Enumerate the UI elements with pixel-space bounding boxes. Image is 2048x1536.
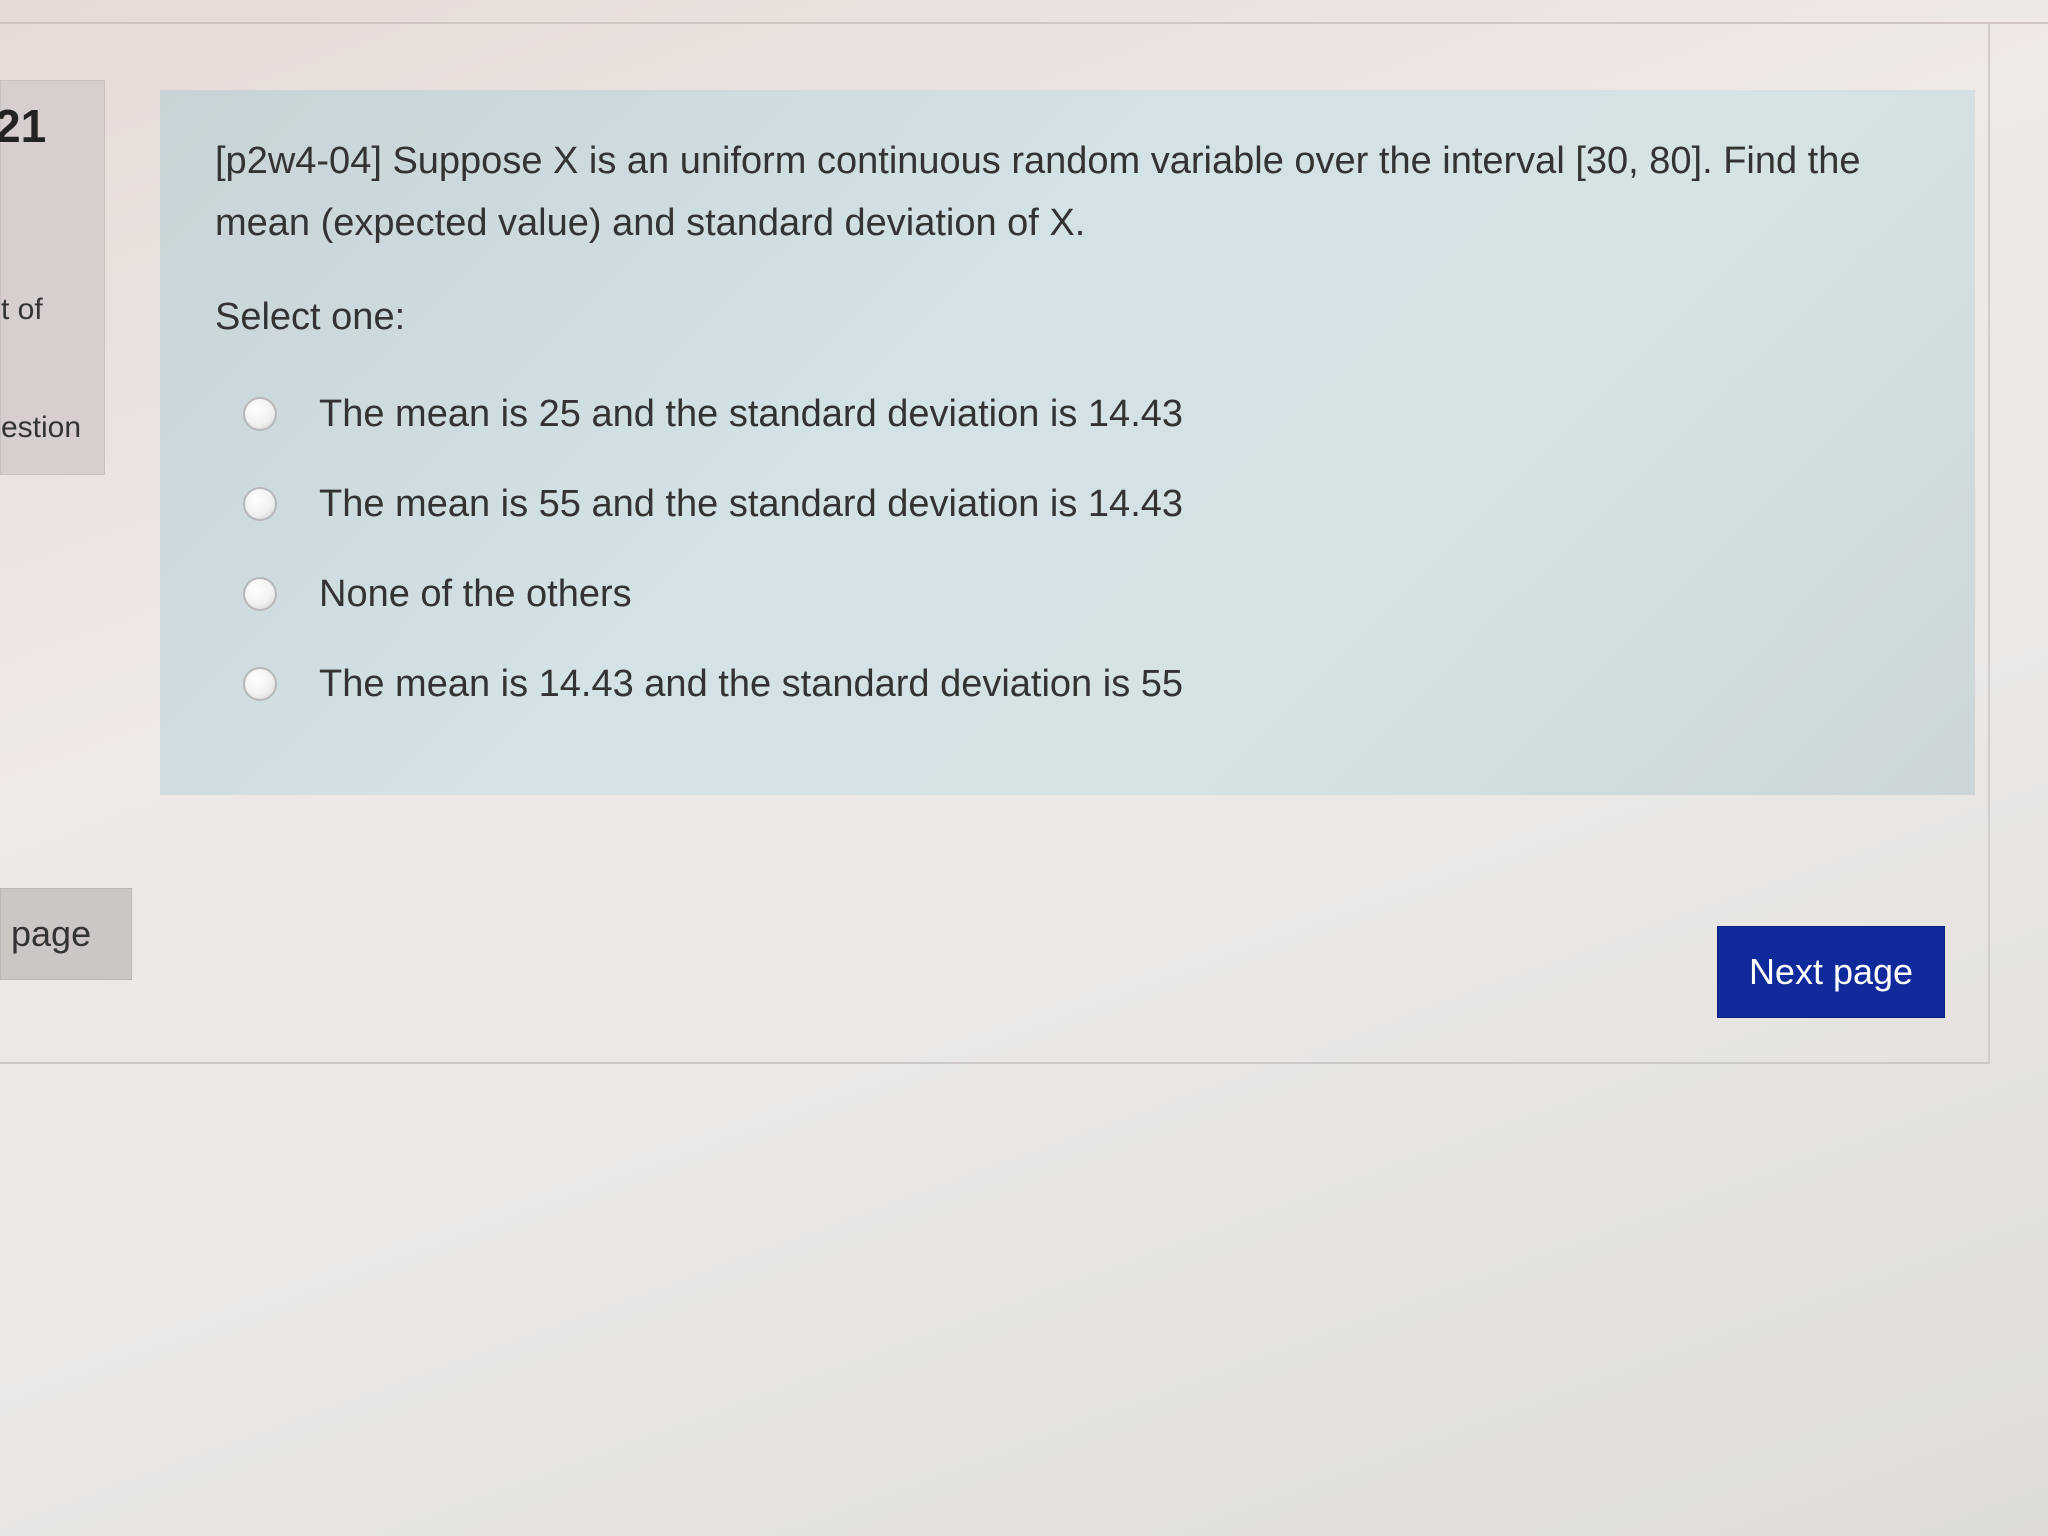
select-one-label: Select one: — [215, 296, 406, 338]
answer-option[interactable]: The mean is 55 and the standard deviatio… — [215, 459, 1920, 549]
question-info-panel: 21 t of estion — [0, 80, 105, 475]
question-status-text: t of — [1, 293, 43, 326]
radio-button[interactable] — [243, 577, 277, 611]
question-text: [p2w4-04] Suppose X is an uniform contin… — [215, 140, 1861, 244]
next-page-button[interactable]: Next page — [1717, 926, 1945, 1018]
answer-option-label: None of the others — [319, 572, 632, 615]
answer-option[interactable]: The mean is 25 and the standard deviatio… — [215, 369, 1920, 459]
answer-option-label: The mean is 55 and the standard deviatio… — [319, 482, 1184, 525]
radio-button[interactable] — [243, 487, 277, 521]
question-content: [p2w4-04] Suppose X is an uniform contin… — [160, 90, 1975, 795]
radio-button[interactable] — [243, 397, 277, 431]
answer-option[interactable]: The mean is 14.43 and the standard devia… — [215, 639, 1920, 729]
flag-question-link[interactable]: estion — [1, 411, 81, 445]
answer-options: The mean is 25 and the standard deviatio… — [215, 369, 1920, 729]
previous-page-button[interactable]: page — [0, 888, 132, 980]
answer-option-label: The mean is 25 and the standard deviatio… — [319, 392, 1184, 435]
radio-button[interactable] — [243, 667, 277, 701]
question-number: 21 — [0, 100, 47, 152]
answer-option-label: The mean is 14.43 and the standard devia… — [319, 662, 1184, 705]
answer-option[interactable]: None of the others — [215, 549, 1920, 639]
